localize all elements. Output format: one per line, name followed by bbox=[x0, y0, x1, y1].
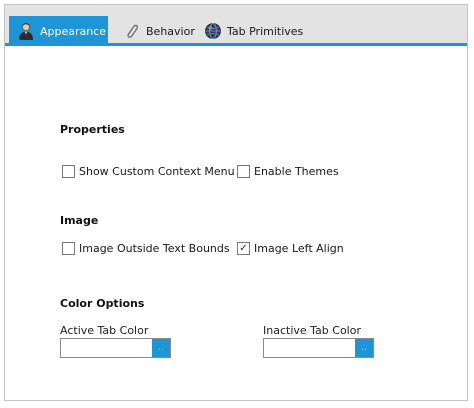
active-tab-color-input[interactable]: .. bbox=[60, 338, 171, 358]
paperclip-icon bbox=[123, 22, 141, 40]
image-outside-text-bounds-label: Image Outside Text Bounds bbox=[79, 242, 230, 255]
globe-icon bbox=[204, 22, 222, 40]
user-suit-icon bbox=[17, 22, 35, 40]
tab-appearance[interactable]: Appearance bbox=[9, 16, 108, 46]
enable-themes-label: Enable Themes bbox=[254, 165, 339, 178]
tab-strip: Appearance Behavior Tab Primitives bbox=[5, 5, 467, 46]
appearance-panel: Properties Show Custom Context Menu Enab… bbox=[6, 47, 466, 400]
enable-themes-box[interactable] bbox=[237, 165, 250, 178]
properties-heading: Properties bbox=[60, 123, 125, 136]
inactive-tab-color-label: Inactive Tab Color bbox=[263, 324, 361, 337]
color-options-heading: Color Options bbox=[60, 297, 145, 310]
tab-appearance-label: Appearance bbox=[40, 24, 107, 38]
image-outside-text-bounds-checkbox[interactable]: Image Outside Text Bounds bbox=[62, 242, 230, 255]
tab-tab-primitives[interactable]: Tab Primitives bbox=[204, 17, 304, 45]
inactive-tab-color-picker-button[interactable]: .. bbox=[355, 339, 373, 357]
image-heading: Image bbox=[60, 214, 99, 227]
tab-behavior-label: Behavior bbox=[146, 24, 195, 38]
active-tab-color-label: Active Tab Color bbox=[60, 324, 149, 337]
tab-behavior[interactable]: Behavior bbox=[123, 17, 195, 45]
show-custom-context-menu-label: Show Custom Context Menu bbox=[79, 165, 235, 178]
tab-strip-underline bbox=[5, 43, 467, 46]
options-window: Appearance Behavior Tab Primitives Prope… bbox=[4, 4, 468, 401]
active-tab-color-picker-button[interactable]: .. bbox=[152, 339, 170, 357]
show-custom-context-menu-checkbox[interactable]: Show Custom Context Menu bbox=[62, 165, 235, 178]
tab-tab-primitives-label: Tab Primitives bbox=[227, 24, 304, 38]
image-outside-text-bounds-box[interactable] bbox=[62, 242, 75, 255]
image-left-align-box[interactable]: ✓ bbox=[237, 242, 250, 255]
image-left-align-label: Image Left Align bbox=[254, 242, 344, 255]
enable-themes-checkbox[interactable]: Enable Themes bbox=[237, 165, 339, 178]
inactive-tab-color-input[interactable]: .. bbox=[263, 338, 374, 358]
show-custom-context-menu-box[interactable] bbox=[62, 165, 75, 178]
image-left-align-checkbox[interactable]: ✓ Image Left Align bbox=[237, 242, 344, 255]
